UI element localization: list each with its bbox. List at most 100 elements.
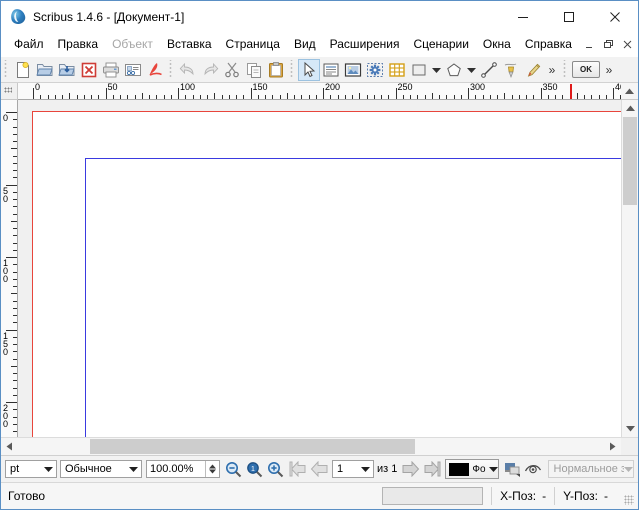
print-preview-button[interactable] (122, 59, 144, 81)
toolbar-overflow-pdf[interactable]: » (601, 59, 617, 81)
first-page-button[interactable] (288, 459, 309, 480)
insert-image-frame-tool[interactable] (342, 59, 364, 81)
chevron-down-icon (624, 463, 633, 475)
page-number-value: 1 (333, 463, 358, 475)
ruler-tick (591, 95, 592, 99)
insert-bezier-tool[interactable] (500, 59, 522, 81)
insert-polygon-tool[interactable] (443, 59, 465, 81)
menu-help[interactable]: Справка (518, 35, 579, 54)
vertical-scroll-thumb[interactable] (623, 117, 637, 205)
horizontal-ruler[interactable]: 050100150200250300350400 (18, 83, 621, 100)
next-page-button[interactable] (400, 459, 421, 480)
ruler-tick (396, 88, 397, 99)
document-canvas[interactable] (18, 100, 621, 437)
vertical-scroll-track[interactable] (622, 117, 638, 420)
last-page-button[interactable] (421, 459, 442, 480)
scroll-right-arrow-icon[interactable] (604, 438, 621, 455)
status-message: Готово (1, 489, 45, 503)
open-document-button[interactable] (34, 59, 56, 81)
layer-color-swatch (449, 463, 469, 476)
ruler-tick (229, 95, 230, 99)
page-number-select[interactable]: 1 (332, 460, 374, 478)
insert-polygon-dropdown[interactable] (465, 59, 478, 81)
toolbar-grip-tools[interactable] (289, 60, 296, 79)
mdi-close-icon[interactable] (619, 36, 636, 53)
insert-table-tool[interactable] (386, 59, 408, 81)
menu-object[interactable]: Объект (105, 35, 160, 54)
unit-select[interactable]: pt (5, 460, 57, 478)
ruler-tick (352, 95, 353, 99)
ruler-tick (13, 127, 17, 128)
menu-extras[interactable]: Расширения (323, 35, 407, 54)
ruler-label: 300 (470, 83, 485, 92)
mdi-restore-icon[interactable] (600, 36, 617, 53)
paste-button[interactable] (265, 59, 287, 81)
horizontal-scroll-thumb[interactable] (90, 439, 415, 454)
select-item-tool[interactable] (298, 59, 320, 81)
menu-page[interactable]: Страница (219, 35, 287, 54)
svg-text:1: 1 (251, 466, 255, 473)
previous-page-button[interactable] (309, 459, 330, 480)
menu-view[interactable]: Вид (287, 35, 323, 54)
horizontal-scrollbar[interactable] (1, 437, 638, 455)
horizontal-scroll-track[interactable] (18, 438, 604, 455)
scroll-up-button[interactable] (621, 83, 638, 100)
undo-button[interactable] (177, 59, 199, 81)
insert-shape-dropdown[interactable] (430, 59, 443, 81)
save-document-button[interactable] (56, 59, 78, 81)
insert-render-frame-tool[interactable] (364, 59, 386, 81)
export-pdf-button[interactable] (144, 59, 166, 81)
resize-grip[interactable] (624, 495, 634, 505)
zoom-out-button[interactable] (223, 459, 244, 480)
ruler-tick (504, 93, 505, 99)
ruler-tick (13, 337, 17, 338)
pdf-ok-button[interactable]: OK (572, 61, 600, 78)
window-title: Scribus 1.4.6 - [Документ-1] (33, 10, 184, 24)
mdi-minimize-icon[interactable] (581, 36, 598, 53)
scroll-left-arrow-icon[interactable] (1, 438, 18, 455)
ruler-tick (55, 95, 56, 99)
chevron-down-icon (41, 466, 56, 472)
cut-button[interactable] (221, 59, 243, 81)
menu-edit[interactable]: Правка (51, 35, 106, 54)
preview-mode-button[interactable] (502, 459, 523, 480)
print-document-button[interactable] (100, 59, 122, 81)
copy-button[interactable] (243, 59, 265, 81)
close-button[interactable] (592, 2, 638, 32)
insert-shape-tool[interactable] (408, 59, 430, 81)
insert-line-tool[interactable] (478, 59, 500, 81)
menu-file[interactable]: Файл (7, 35, 51, 54)
display-quality-select[interactable]: Обычное (60, 460, 142, 478)
menu-insert[interactable]: Вставка (160, 35, 219, 54)
menu-windows[interactable]: Окна (476, 35, 518, 54)
vertical-ruler[interactable]: 050100150200 (1, 100, 18, 437)
close-document-button[interactable] (78, 59, 100, 81)
zoom-in-button[interactable] (265, 459, 286, 480)
scroll-up-arrow-icon[interactable] (622, 100, 638, 117)
new-document-button[interactable] (12, 59, 34, 81)
status-separator (491, 487, 492, 505)
ruler-tick (541, 88, 542, 99)
menu-scripts[interactable]: Сценарии (406, 35, 475, 54)
ruler-origin-button[interactable] (1, 83, 18, 100)
toolbar-overflow-tools[interactable]: » (544, 59, 560, 81)
zoom-level-spinner[interactable]: 100.00% (146, 460, 220, 478)
redo-button[interactable] (199, 59, 221, 81)
vertical-scrollbar[interactable] (621, 100, 638, 437)
toolbar-grip-file[interactable] (3, 60, 10, 79)
minimize-button[interactable] (500, 2, 546, 32)
layer-select[interactable]: Фо (445, 459, 498, 479)
ruler-tick (207, 95, 208, 99)
insert-text-frame-tool[interactable] (320, 59, 342, 81)
eye-icon[interactable] (523, 459, 544, 480)
ruler-tick (13, 272, 17, 273)
vision-mode-select[interactable]: Нормальное зрение (548, 460, 634, 478)
scroll-down-arrow-icon[interactable] (622, 420, 638, 437)
ruler-tick (613, 88, 614, 99)
insert-freehand-tool[interactable] (522, 59, 544, 81)
zoom-spinner-buttons[interactable] (205, 461, 219, 477)
zoom-100-button[interactable]: 1 (244, 459, 265, 480)
toolbar-grip-edit[interactable] (168, 60, 175, 79)
toolbar-grip-pdf[interactable] (562, 60, 569, 79)
maximize-button[interactable] (546, 2, 592, 32)
